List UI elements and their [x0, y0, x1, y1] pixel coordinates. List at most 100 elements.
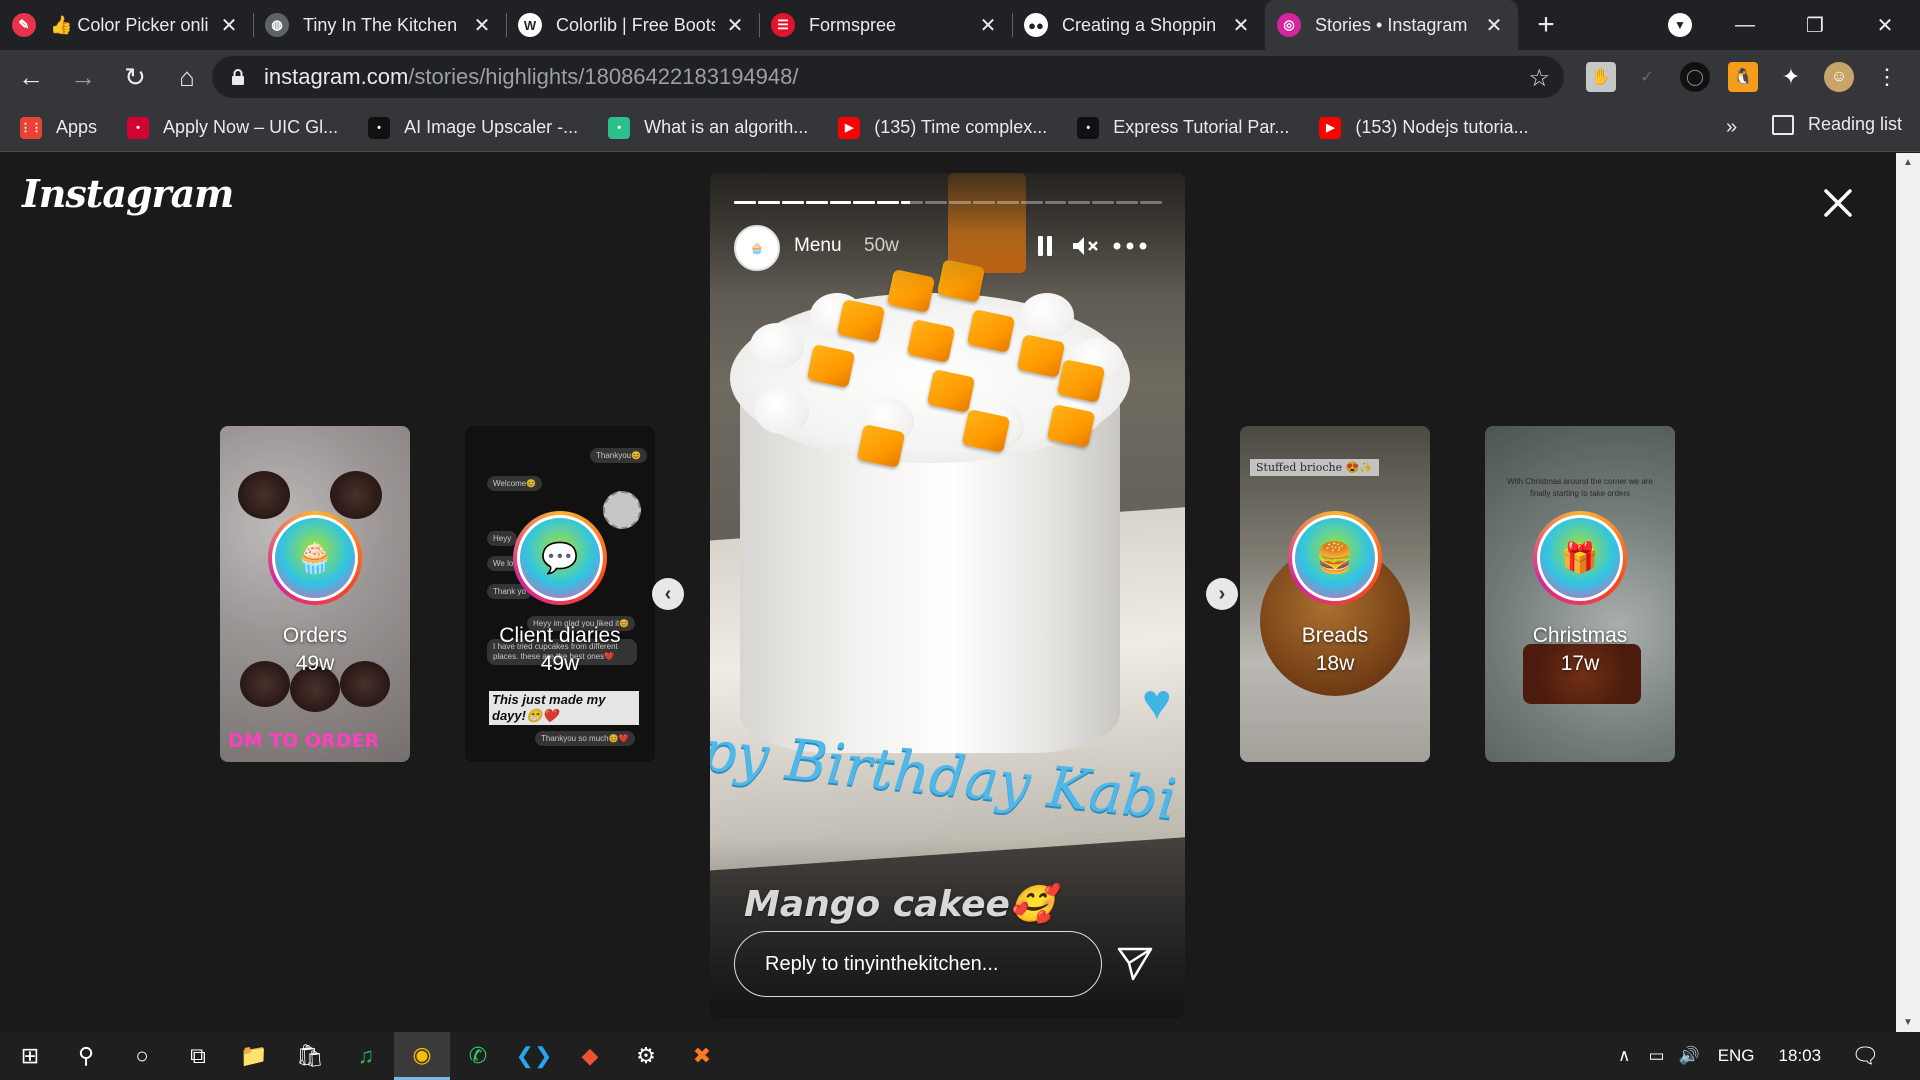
progress-segment — [877, 201, 900, 204]
browser-tab[interactable]: ✎ 👍 Color Picker onli ✕ — [0, 0, 253, 50]
minimize-icon[interactable]: — — [1710, 14, 1780, 37]
profile-avatar[interactable]: ☺ — [1824, 62, 1854, 92]
bookmark-item[interactable]: • Express Tutorial Par... — [1077, 116, 1290, 139]
instagram-icon: ◎ — [1277, 13, 1301, 37]
bookmark-item[interactable]: ⋮⋮ Apps — [20, 116, 98, 139]
dm-to-order-text: DM TO ORDER — [228, 730, 380, 752]
bookmark-item[interactable]: • Apply Now – UIC Gl... — [127, 116, 338, 139]
task-view-icon[interactable]: ⧉ — [170, 1032, 226, 1080]
close-tab-icon[interactable]: ✕ — [976, 13, 1000, 38]
highlight-card-client-diaries[interactable]: Thankyou😊 Welcome😊 Heyy We lo Thank yo H… — [465, 426, 655, 762]
extension-icon[interactable]: ✋ — [1586, 62, 1616, 92]
volume-icon[interactable]: 🔊 — [1679, 1046, 1700, 1066]
extension-icon[interactable]: ◯ — [1680, 62, 1710, 92]
reading-list-label: Reading list — [1808, 114, 1903, 134]
address-bar[interactable]: instagram.com/stories/highlights/1808642… — [212, 56, 1564, 98]
cupcake-icon: 🧁 — [272, 515, 358, 601]
browser-toolbar: ← → ↻ ⌂ instagram.com/stories/highlights… — [0, 50, 1920, 104]
pause-icon[interactable] — [1030, 231, 1060, 261]
instagram-logo[interactable]: Instagram — [22, 171, 234, 216]
extension-icon[interactable]: 🐧 — [1728, 62, 1758, 92]
tab-search-icon[interactable]: ▼ — [1668, 13, 1692, 37]
next-story-icon[interactable]: › — [1206, 578, 1238, 610]
reload-icon[interactable]: ↻ — [114, 56, 156, 98]
search-icon[interactable]: ⚲ — [58, 1032, 114, 1080]
story-author-avatar[interactable]: 🧁 — [734, 225, 780, 271]
new-tab-button[interactable]: + — [1518, 0, 1574, 50]
language-indicator[interactable]: ENG — [1718, 1046, 1755, 1066]
window-controls: — ❐ ✕ — [1710, 0, 1920, 50]
progress-segment — [829, 201, 852, 204]
close-tab-icon[interactable]: ✕ — [1482, 13, 1506, 38]
progress-segment — [734, 201, 756, 204]
progress-segment — [1068, 201, 1091, 204]
xampp-icon[interactable]: ✖ — [674, 1032, 730, 1080]
back-icon[interactable]: ← — [10, 56, 52, 98]
spotify-icon[interactable]: ♫ — [338, 1032, 394, 1080]
whatsapp-icon[interactable]: ✆ — [450, 1032, 506, 1080]
puzzle-icon[interactable]: ✦ — [1776, 62, 1806, 92]
store-icon[interactable]: 🛍 — [282, 1032, 338, 1080]
page-scrollbar[interactable]: ▲ ▼ — [1896, 153, 1920, 1032]
progress-segment — [781, 201, 804, 204]
mute-icon[interactable] — [1070, 231, 1100, 261]
scroll-down-icon[interactable]: ▼ — [1903, 1017, 1913, 1028]
heart-decoration: ♥ — [1142, 674, 1172, 730]
url-text: instagram.com/stories/highlights/1808642… — [264, 64, 798, 90]
browser-tab[interactable]: ◎ Stories • Instagram ✕ — [1265, 0, 1518, 50]
browser-tab[interactable]: ☰ Formspree ✕ — [759, 0, 1012, 50]
more-bookmarks-icon[interactable]: » — [1726, 116, 1737, 139]
browser-tab[interactable]: W Colorlib | Free Boots ✕ — [506, 0, 759, 50]
bookmark-item[interactable]: • AI Image Upscaler -... — [368, 116, 578, 139]
send-icon[interactable] — [1115, 943, 1155, 983]
bookmark-label: Apps — [56, 117, 98, 137]
bookmark-item[interactable]: • What is an algorith... — [608, 116, 808, 139]
tab-title: Creating a Shoppin — [1062, 14, 1217, 35]
close-icon[interactable] — [1820, 185, 1856, 221]
highlight-card-orders[interactable]: 🧁 Orders 49w DM TO ORDER — [220, 426, 410, 762]
scroll-up-icon[interactable]: ▲ — [1903, 157, 1913, 168]
git-icon[interactable]: ◆ — [562, 1032, 618, 1080]
clock[interactable]: 18:03 — [1779, 1046, 1822, 1066]
windows-start-icon[interactable]: ⊞ — [2, 1032, 58, 1080]
battery-icon[interactable]: ▭ — [1648, 1046, 1664, 1066]
menu-kebab-icon[interactable]: ⋮ — [1872, 62, 1902, 92]
reply-input[interactable]: Reply to tinyinthekitchen... — [734, 931, 1102, 997]
progress-segment — [901, 201, 924, 204]
previous-story-icon[interactable]: ‹ — [652, 578, 684, 610]
reading-list-button[interactable]: Reading list — [1772, 114, 1902, 135]
bookmark-star-icon[interactable]: ☆ — [1528, 64, 1550, 93]
close-tab-icon[interactable]: ✕ — [1229, 13, 1253, 38]
file-explorer-icon[interactable]: 📁 — [226, 1032, 282, 1080]
notification-icon[interactable]: 🗨 — [1851, 1043, 1879, 1069]
chrome-icon[interactable]: ◉ — [394, 1032, 450, 1080]
gift-icon: 🎁 — [1537, 515, 1623, 601]
highlight-card-christmas[interactable]: With Christmas around the corner we are … — [1485, 426, 1675, 762]
instagram-story-viewer: Instagram 🧁 Orders 49w DM TO ORDER Thank… — [0, 153, 1896, 1032]
extension-icon[interactable]: ✓ — [1632, 62, 1662, 92]
home-icon[interactable]: ⌂ — [166, 56, 208, 98]
settings-icon[interactable]: ⚙ — [618, 1032, 674, 1080]
tray-expand-icon[interactable]: ∧ — [1618, 1046, 1630, 1066]
vscode-icon[interactable]: ❮❯ — [506, 1032, 562, 1080]
browser-tab[interactable]: ◍ Tiny In The Kitchen ✕ — [253, 0, 506, 50]
cortana-icon[interactable]: ○ — [114, 1032, 170, 1080]
browser-tab[interactable]: ●● Creating a Shoppin ✕ — [1012, 0, 1265, 50]
progress-segment — [1020, 201, 1043, 204]
forward-icon[interactable]: → — [62, 56, 104, 98]
close-window-icon[interactable]: ✕ — [1850, 13, 1920, 38]
highlight-name: Breads — [1301, 624, 1369, 647]
bookmark-item[interactable]: ▶ (153) Nodejs tutoria... — [1319, 116, 1528, 139]
bookmark-label: Express Tutorial Par... — [1113, 117, 1290, 137]
restore-icon[interactable]: ❐ — [1780, 13, 1850, 38]
story-highlight-name[interactable]: Menu — [794, 235, 842, 257]
close-tab-icon[interactable]: ✕ — [470, 13, 494, 38]
story-viewer[interactable]: py Birthday Kabi ♥ 🧁 Menu 50w Mango cake… — [710, 173, 1185, 1018]
more-options-icon[interactable] — [1110, 231, 1150, 261]
lock-icon — [232, 69, 244, 85]
close-tab-icon[interactable]: ✕ — [723, 13, 747, 38]
close-tab-icon[interactable]: ✕ — [217, 13, 241, 38]
highlight-card-breads[interactable]: Stuffed brioche 😍✨ 🍔 Breads 18w — [1240, 426, 1430, 762]
bookmark-item[interactable]: ▶ (135) Time complex... — [838, 116, 1047, 139]
tab-title: Stories • Instagram — [1315, 14, 1468, 35]
